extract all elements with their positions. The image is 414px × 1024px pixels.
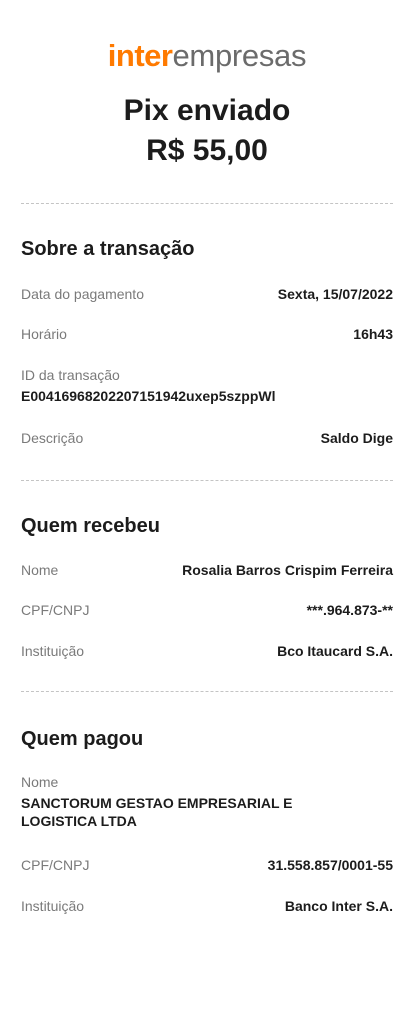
- description-label: Descrição: [21, 430, 84, 446]
- payer-doc-value: 31.558.857/0001-55: [267, 857, 393, 873]
- time-value: 16h43: [353, 326, 393, 342]
- logo-sub: empresas: [172, 38, 307, 73]
- receiver-name-value: Rosalia Barros Crispim Ferreira: [182, 562, 393, 578]
- receiver-doc-label: CPF/CNPJ: [21, 602, 90, 618]
- row-payment-date: Data do pagamento Sexta, 15/07/2022: [21, 286, 393, 302]
- row-time: Horário 16h43: [21, 326, 393, 342]
- receiver-doc-value: ***.964.873-**: [306, 602, 393, 618]
- time-label: Horário: [21, 326, 67, 342]
- row-description: Descrição Saldo Dige: [21, 430, 393, 446]
- amount-value: R$ 55,00: [146, 134, 268, 167]
- row-payer-institution: Instituição Banco Inter S.A.: [21, 898, 393, 914]
- payment-date-value: Sexta, 15/07/2022: [277, 286, 393, 302]
- row-transaction-id: ID da transação E00416968202207151942uxe…: [21, 367, 393, 405]
- divider: [21, 203, 393, 204]
- payer-institution-value: Banco Inter S.A.: [284, 898, 393, 914]
- row-payer-doc: CPF/CNPJ 31.558.857/0001-55: [21, 857, 393, 873]
- divider: [21, 480, 393, 481]
- description-value: Saldo Dige: [320, 430, 393, 446]
- inter-empresas-logo: interempresas: [0, 38, 414, 74]
- row-payer-name: Nome SANCTORUM GESTAO EMPRESARIAL E LOGI…: [21, 774, 393, 830]
- logo-brand: inter: [107, 38, 173, 73]
- payer-name-value: SANCTORUM GESTAO EMPRESARIAL E LOGISTICA…: [21, 795, 293, 829]
- transaction-id-label: ID da transação: [21, 367, 120, 383]
- payment-date-label: Data do pagamento: [21, 286, 144, 302]
- receiver-institution-label: Instituição: [21, 643, 85, 659]
- row-receiver-doc: CPF/CNPJ ***.964.873-**: [21, 602, 393, 618]
- payer-doc-label: CPF/CNPJ: [21, 857, 90, 873]
- section-title-transaction: Sobre a transação: [21, 238, 195, 260]
- section-title-receiver: Quem recebeu: [21, 515, 160, 537]
- row-receiver-institution: Instituição Bco Itaucard S.A.: [21, 643, 393, 659]
- transaction-id-value: E00416968202207151942uxep5szppWl: [21, 388, 276, 404]
- payer-institution-label: Instituição: [21, 898, 85, 914]
- section-title-payer: Quem pagou: [21, 728, 144, 750]
- divider: [21, 691, 393, 692]
- payer-name-label: Nome: [21, 774, 59, 790]
- receiver-institution-value: Bco Itaucard S.A.: [277, 643, 393, 659]
- receiver-name-label: Nome: [21, 562, 59, 578]
- page-title: Pix enviado: [123, 94, 291, 127]
- row-receiver-name: Nome Rosalia Barros Crispim Ferreira: [21, 562, 393, 578]
